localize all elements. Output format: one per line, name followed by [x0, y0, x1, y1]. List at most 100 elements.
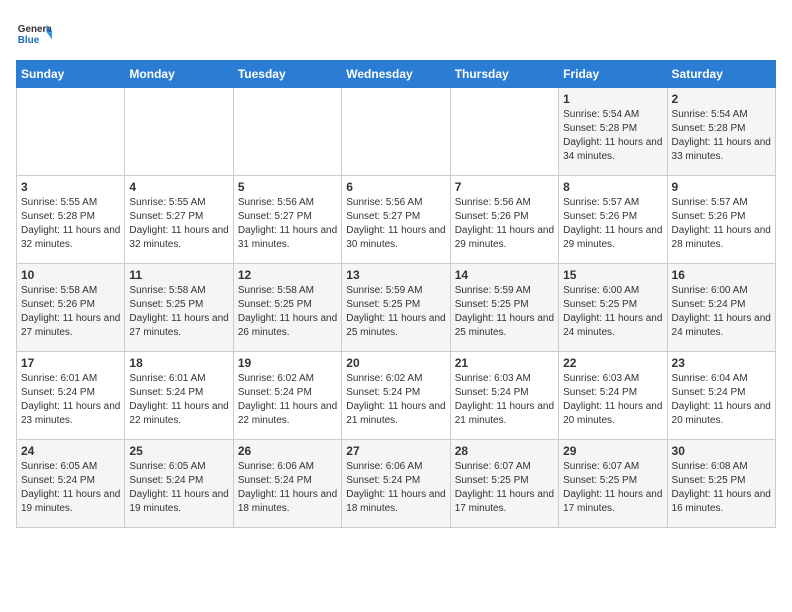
- calendar-cell: 27Sunrise: 6:06 AM Sunset: 5:24 PM Dayli…: [342, 440, 450, 528]
- calendar-cell: 18Sunrise: 6:01 AM Sunset: 5:24 PM Dayli…: [125, 352, 233, 440]
- day-info: Sunrise: 6:03 AM Sunset: 5:24 PM Dayligh…: [563, 372, 662, 428]
- day-info: Sunrise: 5:58 AM Sunset: 5:25 PM Dayligh…: [129, 284, 228, 340]
- day-info: Sunrise: 5:59 AM Sunset: 5:25 PM Dayligh…: [346, 284, 445, 340]
- day-number: 12: [238, 268, 337, 282]
- day-number: 25: [129, 444, 228, 458]
- day-info: Sunrise: 5:57 AM Sunset: 5:26 PM Dayligh…: [672, 196, 771, 252]
- svg-text:Blue: Blue: [18, 35, 40, 46]
- day-number: 23: [672, 356, 771, 370]
- calendar-cell: [450, 88, 558, 176]
- calendar-cell: 22 Sunrise: 6:03 AM Sunset: 5:24 PM Dayli…: [559, 352, 667, 440]
- calendar-cell: 4 Sunrise: 5:55 AM Sunset: 5:27 PM Daylig…: [125, 176, 233, 264]
- day-number: 3: [21, 180, 120, 194]
- calendar-cell: 20 Sunrise: 6:02 AM Sunset: 5:24 PM Dayli…: [342, 352, 450, 440]
- weekday-header-thursday: Thursday: [450, 61, 558, 88]
- day-info: Sunrise: 6:07 AM Sunset: 5:25 PM Dayligh…: [455, 460, 554, 516]
- week-row-1: 1 Sunrise: 5:54 AM Sunset: 5:28 PM Daylig…: [17, 88, 776, 176]
- calendar-cell: 23 Sunrise: 6:04 AM Sunset: 5:24 PM Dayli…: [667, 352, 775, 440]
- calendar-cell: 11Sunrise: 5:58 AM Sunset: 5:25 PM Dayli…: [125, 264, 233, 352]
- weekday-header-friday: Friday: [559, 61, 667, 88]
- calendar-cell: 6 Sunrise: 5:56 AM Sunset: 5:27 PM Daylig…: [342, 176, 450, 264]
- day-number: 7: [455, 180, 554, 194]
- calendar-cell: 1 Sunrise: 5:54 AM Sunset: 5:28 PM Daylig…: [559, 88, 667, 176]
- day-info: Sunrise: 6:00 AM Sunset: 5:24 PM Dayligh…: [672, 284, 771, 340]
- day-number: 2: [672, 92, 771, 106]
- day-number: 9: [672, 180, 771, 194]
- week-row-4: 17 Sunrise: 6:01 AM Sunset: 5:24 PM Dayli…: [17, 352, 776, 440]
- calendar-cell: 9 Sunrise: 5:57 AM Sunset: 5:26 PM Daylig…: [667, 176, 775, 264]
- day-info: Sunrise: 5:56 AM Sunset: 5:27 PM Dayligh…: [238, 196, 337, 252]
- calendar-cell: 19 Sunrise: 6:02 AM Sunset: 5:24 PM Dayli…: [233, 352, 341, 440]
- day-number: 26: [238, 444, 337, 458]
- day-number: 19: [238, 356, 337, 370]
- calendar-cell: 10Sunrise: 5:58 AM Sunset: 5:26 PM Dayli…: [17, 264, 125, 352]
- calendar-cell: 5 Sunrise: 5:56 AM Sunset: 5:27 PM Daylig…: [233, 176, 341, 264]
- calendar-cell: [17, 88, 125, 176]
- day-info: Sunrise: 6:03 AM Sunset: 5:24 PM Dayligh…: [455, 372, 554, 428]
- page-header: General Blue: [16, 16, 776, 52]
- calendar-cell: [342, 88, 450, 176]
- day-info: Sunrise: 6:08 AM Sunset: 5:25 PM Dayligh…: [672, 460, 771, 516]
- day-info: Sunrise: 6:07 AM Sunset: 5:25 PM Dayligh…: [563, 460, 662, 516]
- day-number: 27: [346, 444, 445, 458]
- day-info: Sunrise: 5:57 AM Sunset: 5:26 PM Dayligh…: [563, 196, 662, 252]
- calendar-cell: 13Sunrise: 5:59 AM Sunset: 5:25 PM Dayli…: [342, 264, 450, 352]
- day-info: Sunrise: 6:06 AM Sunset: 5:24 PM Dayligh…: [238, 460, 337, 516]
- day-info: Sunrise: 5:56 AM Sunset: 5:27 PM Dayligh…: [346, 196, 445, 252]
- day-number: 14: [455, 268, 554, 282]
- day-number: 10: [21, 268, 120, 282]
- day-number: 6: [346, 180, 445, 194]
- weekday-header-monday: Monday: [125, 61, 233, 88]
- calendar-table: SundayMondayTuesdayWednesdayThursdayFrid…: [16, 60, 776, 528]
- day-number: 17: [21, 356, 120, 370]
- day-number: 30: [672, 444, 771, 458]
- day-number: 16: [672, 268, 771, 282]
- week-row-3: 10Sunrise: 5:58 AM Sunset: 5:26 PM Dayli…: [17, 264, 776, 352]
- calendar-cell: 26 Sunrise: 6:06 AM Sunset: 5:24 PM Dayli…: [233, 440, 341, 528]
- calendar-cell: 21Sunrise: 6:03 AM Sunset: 5:24 PM Dayli…: [450, 352, 558, 440]
- day-number: 28: [455, 444, 554, 458]
- day-number: 29: [563, 444, 662, 458]
- day-number: 1: [563, 92, 662, 106]
- calendar-cell: 28 Sunrise: 6:07 AM Sunset: 5:25 PM Dayli…: [450, 440, 558, 528]
- day-info: Sunrise: 6:05 AM Sunset: 5:24 PM Dayligh…: [129, 460, 228, 516]
- day-number: 15: [563, 268, 662, 282]
- calendar-cell: 14Sunrise: 5:59 AM Sunset: 5:25 PM Dayli…: [450, 264, 558, 352]
- calendar-cell: 25 Sunrise: 6:05 AM Sunset: 5:24 PM Dayli…: [125, 440, 233, 528]
- day-info: Sunrise: 6:02 AM Sunset: 5:24 PM Dayligh…: [238, 372, 337, 428]
- week-row-2: 3 Sunrise: 5:55 AM Sunset: 5:28 PM Daylig…: [17, 176, 776, 264]
- day-number: 4: [129, 180, 228, 194]
- calendar-cell: 24Sunrise: 6:05 AM Sunset: 5:24 PM Dayli…: [17, 440, 125, 528]
- day-info: Sunrise: 5:54 AM Sunset: 5:28 PM Dayligh…: [563, 108, 662, 164]
- day-info: Sunrise: 6:01 AM Sunset: 5:24 PM Dayligh…: [21, 372, 120, 428]
- day-number: 22: [563, 356, 662, 370]
- day-info: Sunrise: 6:01 AM Sunset: 5:24 PM Dayligh…: [129, 372, 228, 428]
- logo: General Blue: [16, 16, 52, 52]
- day-info: Sunrise: 5:55 AM Sunset: 5:27 PM Dayligh…: [129, 196, 228, 252]
- day-info: Sunrise: 5:55 AM Sunset: 5:28 PM Dayligh…: [21, 196, 120, 252]
- weekday-header-row: SundayMondayTuesdayWednesdayThursdayFrid…: [17, 61, 776, 88]
- calendar-cell: [125, 88, 233, 176]
- calendar-cell: 8 Sunrise: 5:57 AM Sunset: 5:26 PM Daylig…: [559, 176, 667, 264]
- day-info: Sunrise: 6:04 AM Sunset: 5:24 PM Dayligh…: [672, 372, 771, 428]
- calendar-cell: 3 Sunrise: 5:55 AM Sunset: 5:28 PM Daylig…: [17, 176, 125, 264]
- day-number: 20: [346, 356, 445, 370]
- weekday-header-wednesday: Wednesday: [342, 61, 450, 88]
- day-number: 24: [21, 444, 120, 458]
- day-number: 8: [563, 180, 662, 194]
- calendar-cell: 15 Sunrise: 6:00 AM Sunset: 5:25 PM Dayli…: [559, 264, 667, 352]
- calendar-cell: 16 Sunrise: 6:00 AM Sunset: 5:24 PM Dayli…: [667, 264, 775, 352]
- calendar-cell: 17 Sunrise: 6:01 AM Sunset: 5:24 PM Dayli…: [17, 352, 125, 440]
- day-info: Sunrise: 5:56 AM Sunset: 5:26 PM Dayligh…: [455, 196, 554, 252]
- day-info: Sunrise: 5:54 AM Sunset: 5:28 PM Dayligh…: [672, 108, 771, 164]
- calendar-cell: 7 Sunrise: 5:56 AM Sunset: 5:26 PM Daylig…: [450, 176, 558, 264]
- calendar-cell: 12Sunrise: 5:58 AM Sunset: 5:25 PM Dayli…: [233, 264, 341, 352]
- calendar-cell: 2 Sunrise: 5:54 AM Sunset: 5:28 PM Daylig…: [667, 88, 775, 176]
- day-number: 5: [238, 180, 337, 194]
- weekday-header-saturday: Saturday: [667, 61, 775, 88]
- day-info: Sunrise: 6:02 AM Sunset: 5:24 PM Dayligh…: [346, 372, 445, 428]
- week-row-5: 24 Sunrise: 6:05 AM Sunset: 5:24 PM Dayli…: [17, 440, 776, 528]
- weekday-header-sunday: Sunday: [17, 61, 125, 88]
- calendar-cell: 29 Sunrise: 6:07 AM Sunset: 5:25 PM Dayli…: [559, 440, 667, 528]
- day-info: Sunrise: 6:00 AM Sunset: 5:25 PM Dayligh…: [563, 284, 662, 340]
